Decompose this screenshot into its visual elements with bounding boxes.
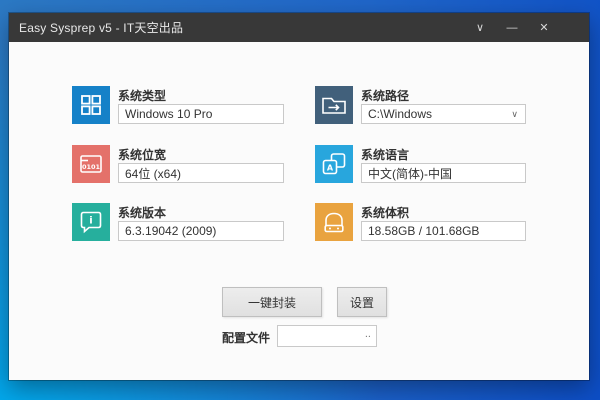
config-file-input[interactable]: [278, 327, 363, 345]
window-content: 系统类型 系统路径 C:\Windows ∨: [9, 42, 589, 380]
system-path-combobox[interactable]: C:\Windows ∨: [361, 104, 526, 124]
field-label-system-language: 系统语言: [361, 146, 526, 160]
config-file-label: 配置文件: [222, 329, 270, 346]
field-label-system-bits: 系统位宽: [118, 146, 284, 160]
field-label-system-path: 系统路径: [361, 87, 526, 101]
svg-text:A: A: [327, 164, 334, 173]
window-title: Easy Sysprep v5 - IT天空出品: [9, 19, 464, 36]
folder-arrow-icon: [315, 86, 353, 124]
settings-button[interactable]: 设置: [337, 287, 387, 317]
close-icon: ✕: [539, 21, 548, 34]
apps-grid-icon: [72, 86, 110, 124]
window-titlebar[interactable]: Easy Sysprep v5 - IT天空出品 ∨ — ✕: [9, 13, 589, 42]
svg-text:i: i: [89, 216, 92, 227]
config-file-box: ..: [277, 325, 377, 347]
minimize-button[interactable]: —: [496, 13, 528, 42]
system-language-input[interactable]: [361, 163, 526, 183]
combobox-chevron-icon: ∨: [511, 109, 519, 120]
system-version-input[interactable]: [118, 221, 284, 241]
translate-icon: A: [315, 145, 353, 183]
close-button[interactable]: ✕: [528, 13, 560, 42]
system-bits-input[interactable]: [118, 163, 284, 183]
package-button[interactable]: 一键封装: [222, 287, 322, 317]
field-system-path: 系统路径 C:\Windows ∨: [315, 86, 526, 124]
field-label-system-volume: 系统体积: [361, 204, 526, 218]
chevron-down-icon: ∨: [476, 21, 484, 34]
menu-button[interactable]: ∨: [464, 13, 496, 42]
field-system-bits: 0101 系统位宽: [72, 145, 284, 183]
field-system-type: 系统类型: [72, 86, 284, 124]
svg-text:0101: 0101: [82, 163, 101, 171]
hard-drive-icon: [315, 203, 353, 241]
field-label-system-version: 系统版本: [118, 204, 284, 218]
minimize-icon: —: [507, 22, 518, 34]
window-controls: ∨ — ✕: [464, 13, 560, 42]
info-bubble-icon: i: [72, 203, 110, 241]
binary-code-icon: 0101: [72, 145, 110, 183]
browse-button[interactable]: ..: [363, 328, 376, 344]
system-volume-input[interactable]: [361, 221, 526, 241]
field-system-version: i 系统版本: [72, 203, 284, 241]
field-system-volume: 系统体积: [315, 203, 526, 241]
system-path-value: C:\Windows: [368, 105, 511, 123]
app-window: Easy Sysprep v5 - IT天空出品 ∨ — ✕ 系统类型: [9, 13, 589, 380]
desktop-background: Easy Sysprep v5 - IT天空出品 ∨ — ✕ 系统类型: [0, 0, 600, 400]
field-label-system-type: 系统类型: [118, 87, 284, 101]
field-system-language: A 系统语言: [315, 145, 526, 183]
system-type-input[interactable]: [118, 104, 284, 124]
